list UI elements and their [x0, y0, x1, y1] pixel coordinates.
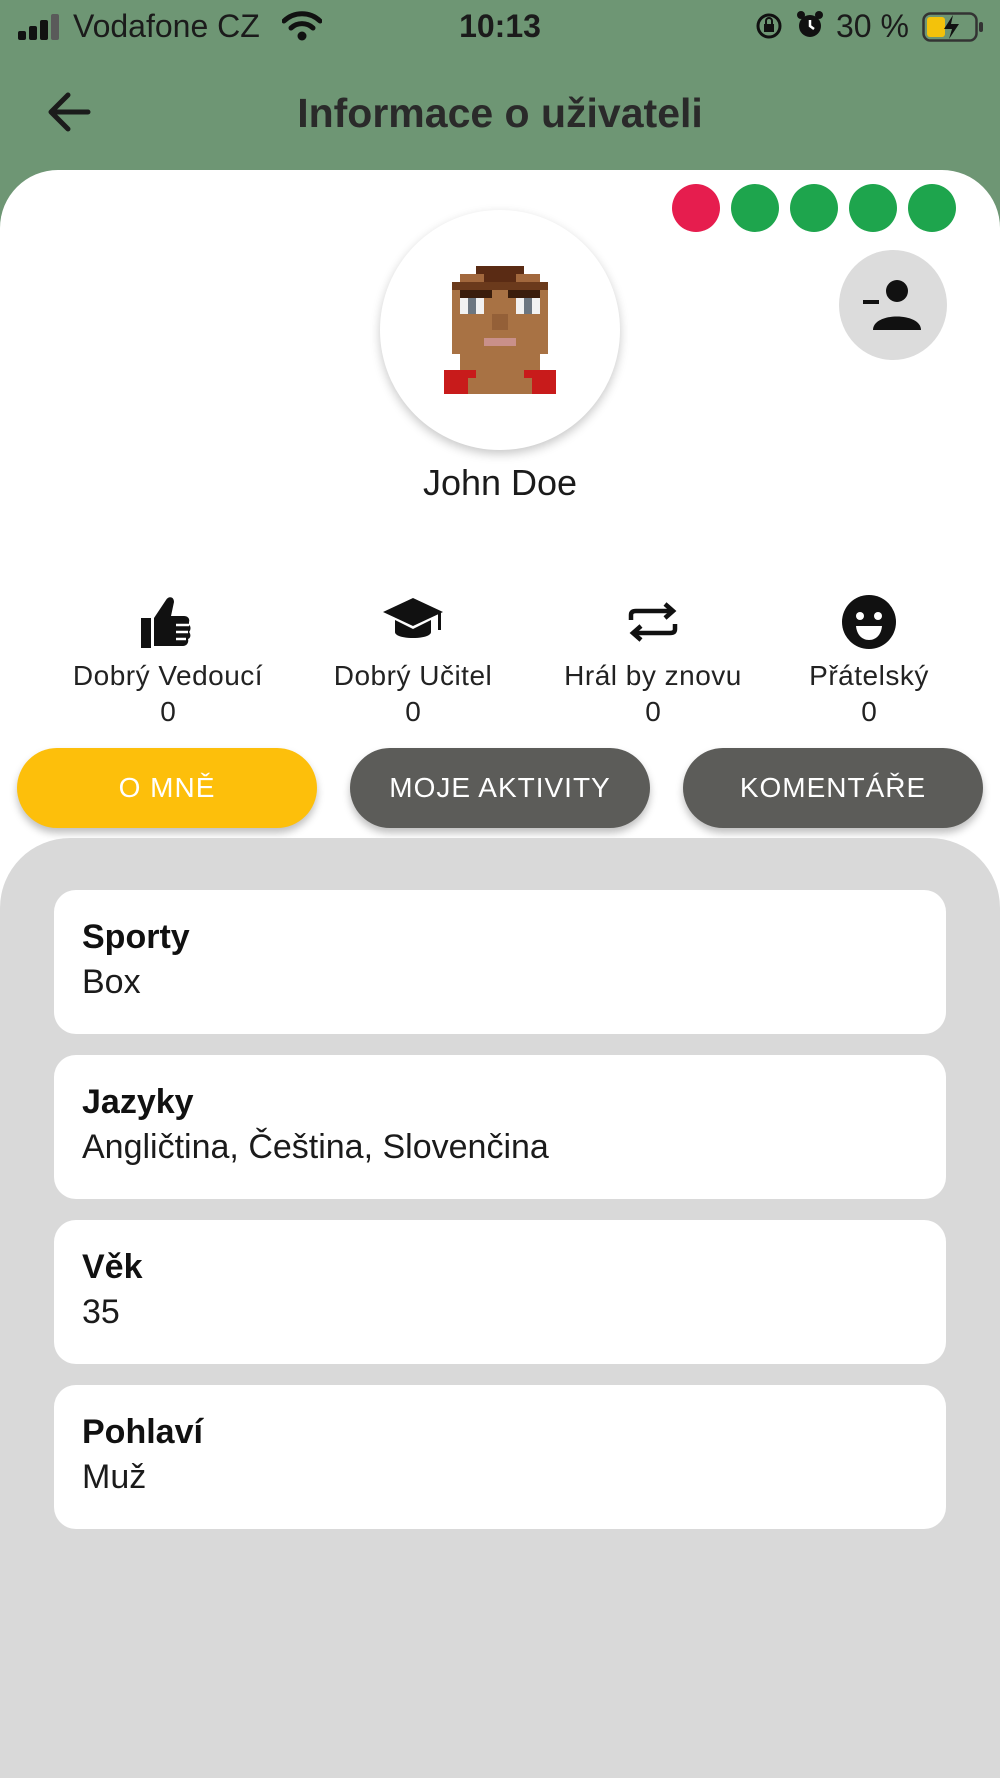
tab-my-activities[interactable]: MOJE AKTIVITY [350, 748, 650, 828]
user-name: John Doe [422, 462, 578, 503]
info-card-value: Box [82, 963, 141, 1001]
info-card-title: Sporty [82, 918, 190, 956]
battery-percent: 30 % [836, 8, 909, 44]
pixel-avatar-image [444, 266, 556, 394]
battery-charging-icon [922, 12, 983, 42]
thumbs-up-icon [141, 597, 191, 648]
rating-good-leader: Dobrý Vedoucí 0 [53, 590, 283, 728]
repeat-icon [628, 602, 678, 642]
tab-about-me[interactable]: O MNĚ [17, 748, 317, 828]
rating-good-teacher: Dobrý Učitel 0 [298, 590, 528, 728]
profile-tabs: O MNĚ MOJE AKTIVITY KOMENTÁŘE [0, 748, 1000, 828]
status-dots [672, 184, 956, 232]
rating-label: Přátelský [809, 660, 929, 691]
info-card-title: Věk [82, 1248, 143, 1286]
status-dot [908, 184, 956, 232]
info-card-value: Angličtina, Čeština, Slovenčina [82, 1128, 549, 1166]
alarm-icon [797, 11, 823, 37]
ratings-row: Dobrý Vedoucí 0 Dobrý Učitel 0 Hrál by z… [0, 590, 1000, 730]
info-card-title: Pohlaví [82, 1413, 203, 1451]
rating-value: 0 [405, 696, 421, 727]
info-card-title: Jazyky [82, 1083, 194, 1121]
status-dot [672, 184, 720, 232]
info-card-languages: Jazyky Angličtina, Čeština, Slovenčina [54, 1055, 946, 1199]
smiley-icon [842, 595, 896, 649]
rating-label: Dobrý Učitel [333, 660, 493, 691]
status-dot [731, 184, 779, 232]
about-panel: Sporty Box Jazyky Angličtina, Čeština, S… [0, 838, 1000, 1778]
rotation-lock-icon [756, 13, 782, 39]
rating-label: Dobrý Vedoucí [72, 660, 264, 691]
rating-value: 0 [645, 696, 661, 727]
status-dot [790, 184, 838, 232]
info-card-sports: Sporty Box [54, 890, 946, 1034]
rating-would-play-again: Hrál by znovu 0 [538, 590, 768, 728]
status-bar: Vodafone CZ 10:13 30 % [0, 0, 1000, 56]
page-title: Informace o uživateli [297, 90, 703, 136]
app-bar: Informace o uživateli [0, 70, 1000, 154]
info-card-gender: Pohlaví Muž [54, 1385, 946, 1529]
info-card-value: 35 [82, 1293, 120, 1331]
graduation-cap-icon [383, 598, 443, 638]
rating-label: Hrál by znovu [564, 660, 742, 691]
rating-value: 0 [160, 696, 176, 727]
rating-value: 0 [861, 696, 877, 727]
info-card-age: Věk 35 [54, 1220, 946, 1364]
remove-friend-button[interactable] [839, 250, 947, 360]
tab-comments[interactable]: KOMENTÁŘE [683, 748, 983, 828]
person-remove-icon [863, 280, 921, 330]
rating-friendly: Přátelský 0 [754, 590, 984, 728]
avatar [380, 210, 620, 450]
info-card-value: Muž [82, 1458, 147, 1496]
status-dot [849, 184, 897, 232]
